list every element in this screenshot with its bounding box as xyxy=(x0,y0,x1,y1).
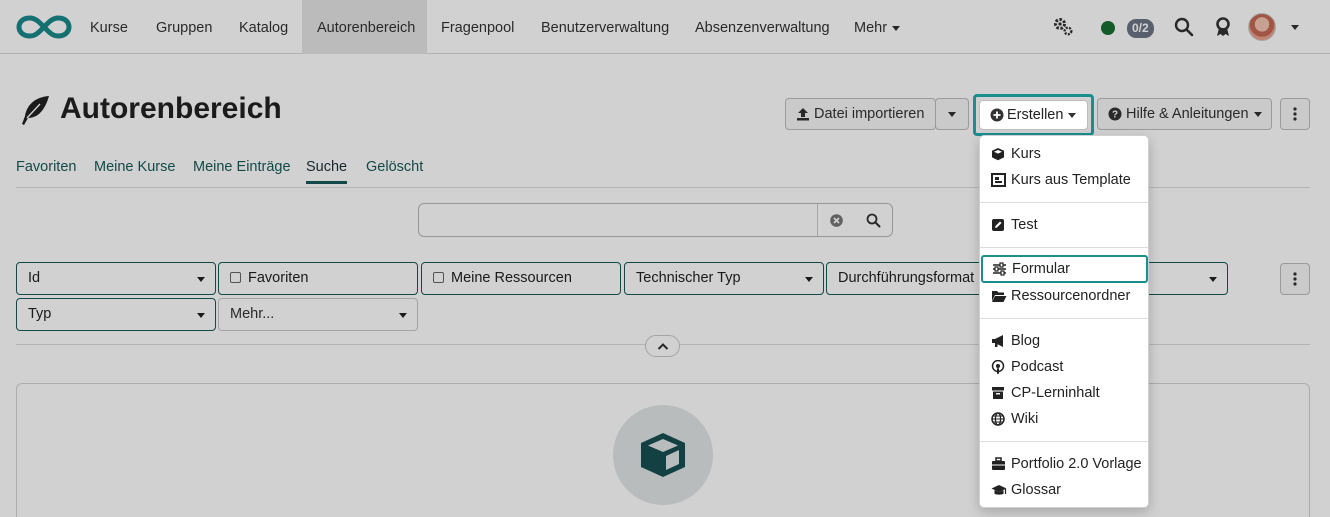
create-button[interactable]: Erstellen xyxy=(979,100,1088,130)
globe-icon xyxy=(991,412,1005,426)
bullhorn-icon xyxy=(992,335,1003,347)
folder-open-icon xyxy=(992,291,1007,302)
menu-item-wiki[interactable]: Wiki xyxy=(980,407,1148,431)
menu-item-podcast[interactable]: Podcast xyxy=(980,355,1148,379)
menu-item-label: Test xyxy=(1011,217,1038,233)
menu-item-test[interactable]: Test xyxy=(980,213,1148,237)
cube-icon xyxy=(992,148,1004,161)
menu-item-label: Podcast xyxy=(1011,359,1064,375)
create-dropdown-menu: Kurs Kurs aus Template Test Formular Res… xyxy=(979,135,1149,508)
menu-item-kurs-aus-template[interactable]: Kurs aus Template xyxy=(980,168,1148,192)
menu-item-label: Ressourcenordner xyxy=(1011,288,1131,304)
menu-item-label: CP-Lerninhalt xyxy=(1011,385,1100,401)
menu-item-label: Formular xyxy=(1012,261,1071,277)
create-label: Erstellen xyxy=(1007,107,1064,123)
menu-item-label: Kurs xyxy=(1011,146,1041,162)
sliders-icon xyxy=(993,262,1006,276)
briefcase-icon xyxy=(992,457,1005,470)
menu-item-formular[interactable]: Formular xyxy=(981,255,1148,283)
menu-item-cp-lerninhalt[interactable]: CP-Lerninhalt xyxy=(980,381,1148,405)
menu-item-kurs[interactable]: Kurs xyxy=(980,142,1148,166)
menu-item-label: Wiki xyxy=(1011,411,1039,427)
archive-icon xyxy=(992,387,1004,399)
menu-item-label: Blog xyxy=(1011,333,1041,349)
menu-divider xyxy=(980,318,1148,319)
menu-item-ressourcenordner[interactable]: Ressourcenordner xyxy=(980,284,1148,308)
menu-item-label: Kurs aus Template xyxy=(1011,172,1131,188)
menu-divider xyxy=(980,247,1148,248)
pen-square-icon xyxy=(992,219,1004,231)
graduation-cap-icon xyxy=(991,485,1007,495)
chevron-down-icon xyxy=(1068,112,1077,118)
menu-item-portfolio-vorlage[interactable]: Portfolio 2.0 Vorlage xyxy=(980,452,1148,476)
menu-item-blog[interactable]: Blog xyxy=(980,329,1148,353)
plus-circle-icon xyxy=(990,108,1004,122)
menu-divider xyxy=(980,202,1148,203)
menu-item-label: Glossar xyxy=(1011,482,1061,498)
menu-divider xyxy=(980,441,1148,442)
menu-item-glossar[interactable]: Glossar xyxy=(980,478,1148,502)
create-button-highlight: Erstellen xyxy=(973,94,1094,136)
menu-item-label: Portfolio 2.0 Vorlage xyxy=(1011,456,1142,472)
template-icon xyxy=(991,173,1006,187)
podcast-icon xyxy=(991,360,1005,374)
